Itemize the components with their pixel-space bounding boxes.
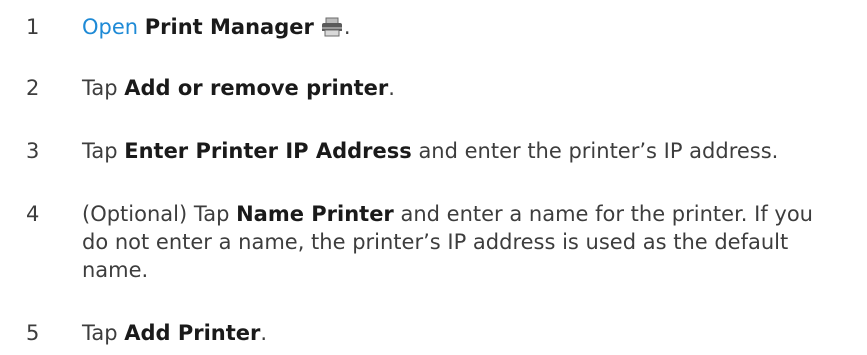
step-suffix: and enter the printer’s IP address. (411, 139, 779, 163)
step-number: 4 (26, 202, 40, 226)
step-text: Tap Add Printer. (82, 319, 842, 347)
open-link[interactable]: Open (82, 15, 138, 39)
instruction-steps: 1 Open Print Manager. 2 Tap Add or remov… (0, 0, 867, 355)
add-printer-label: Add Printer (124, 321, 261, 345)
step-number: 1 (26, 15, 40, 39)
step-number: 3 (26, 139, 40, 163)
printer-icon (320, 16, 344, 44)
enter-ip-address-label: Enter Printer IP Address (124, 139, 412, 163)
step-text: Tap Add or remove printer. (82, 74, 842, 102)
step-suffix: . (343, 15, 351, 39)
print-manager-label: Print Manager (144, 15, 314, 39)
step-text: Tap Enter Printer IP Address and enter t… (82, 137, 842, 165)
step-suffix: . (388, 76, 395, 100)
step-text: Open Print Manager. (82, 13, 842, 44)
step-text: (Optional) Tap Name Printer and enter a … (82, 200, 842, 284)
add-remove-printer-label: Add or remove printer (124, 76, 389, 100)
step-number: 5 (26, 321, 40, 345)
step-prefix: Tap (82, 139, 125, 163)
step-prefix: Tap (82, 321, 125, 345)
step-suffix: . (260, 321, 268, 345)
step-prefix: Tap (82, 76, 125, 100)
step-prefix: (Optional) Tap (82, 202, 237, 226)
name-printer-label: Name Printer (236, 202, 394, 226)
step-number: 2 (26, 76, 40, 100)
